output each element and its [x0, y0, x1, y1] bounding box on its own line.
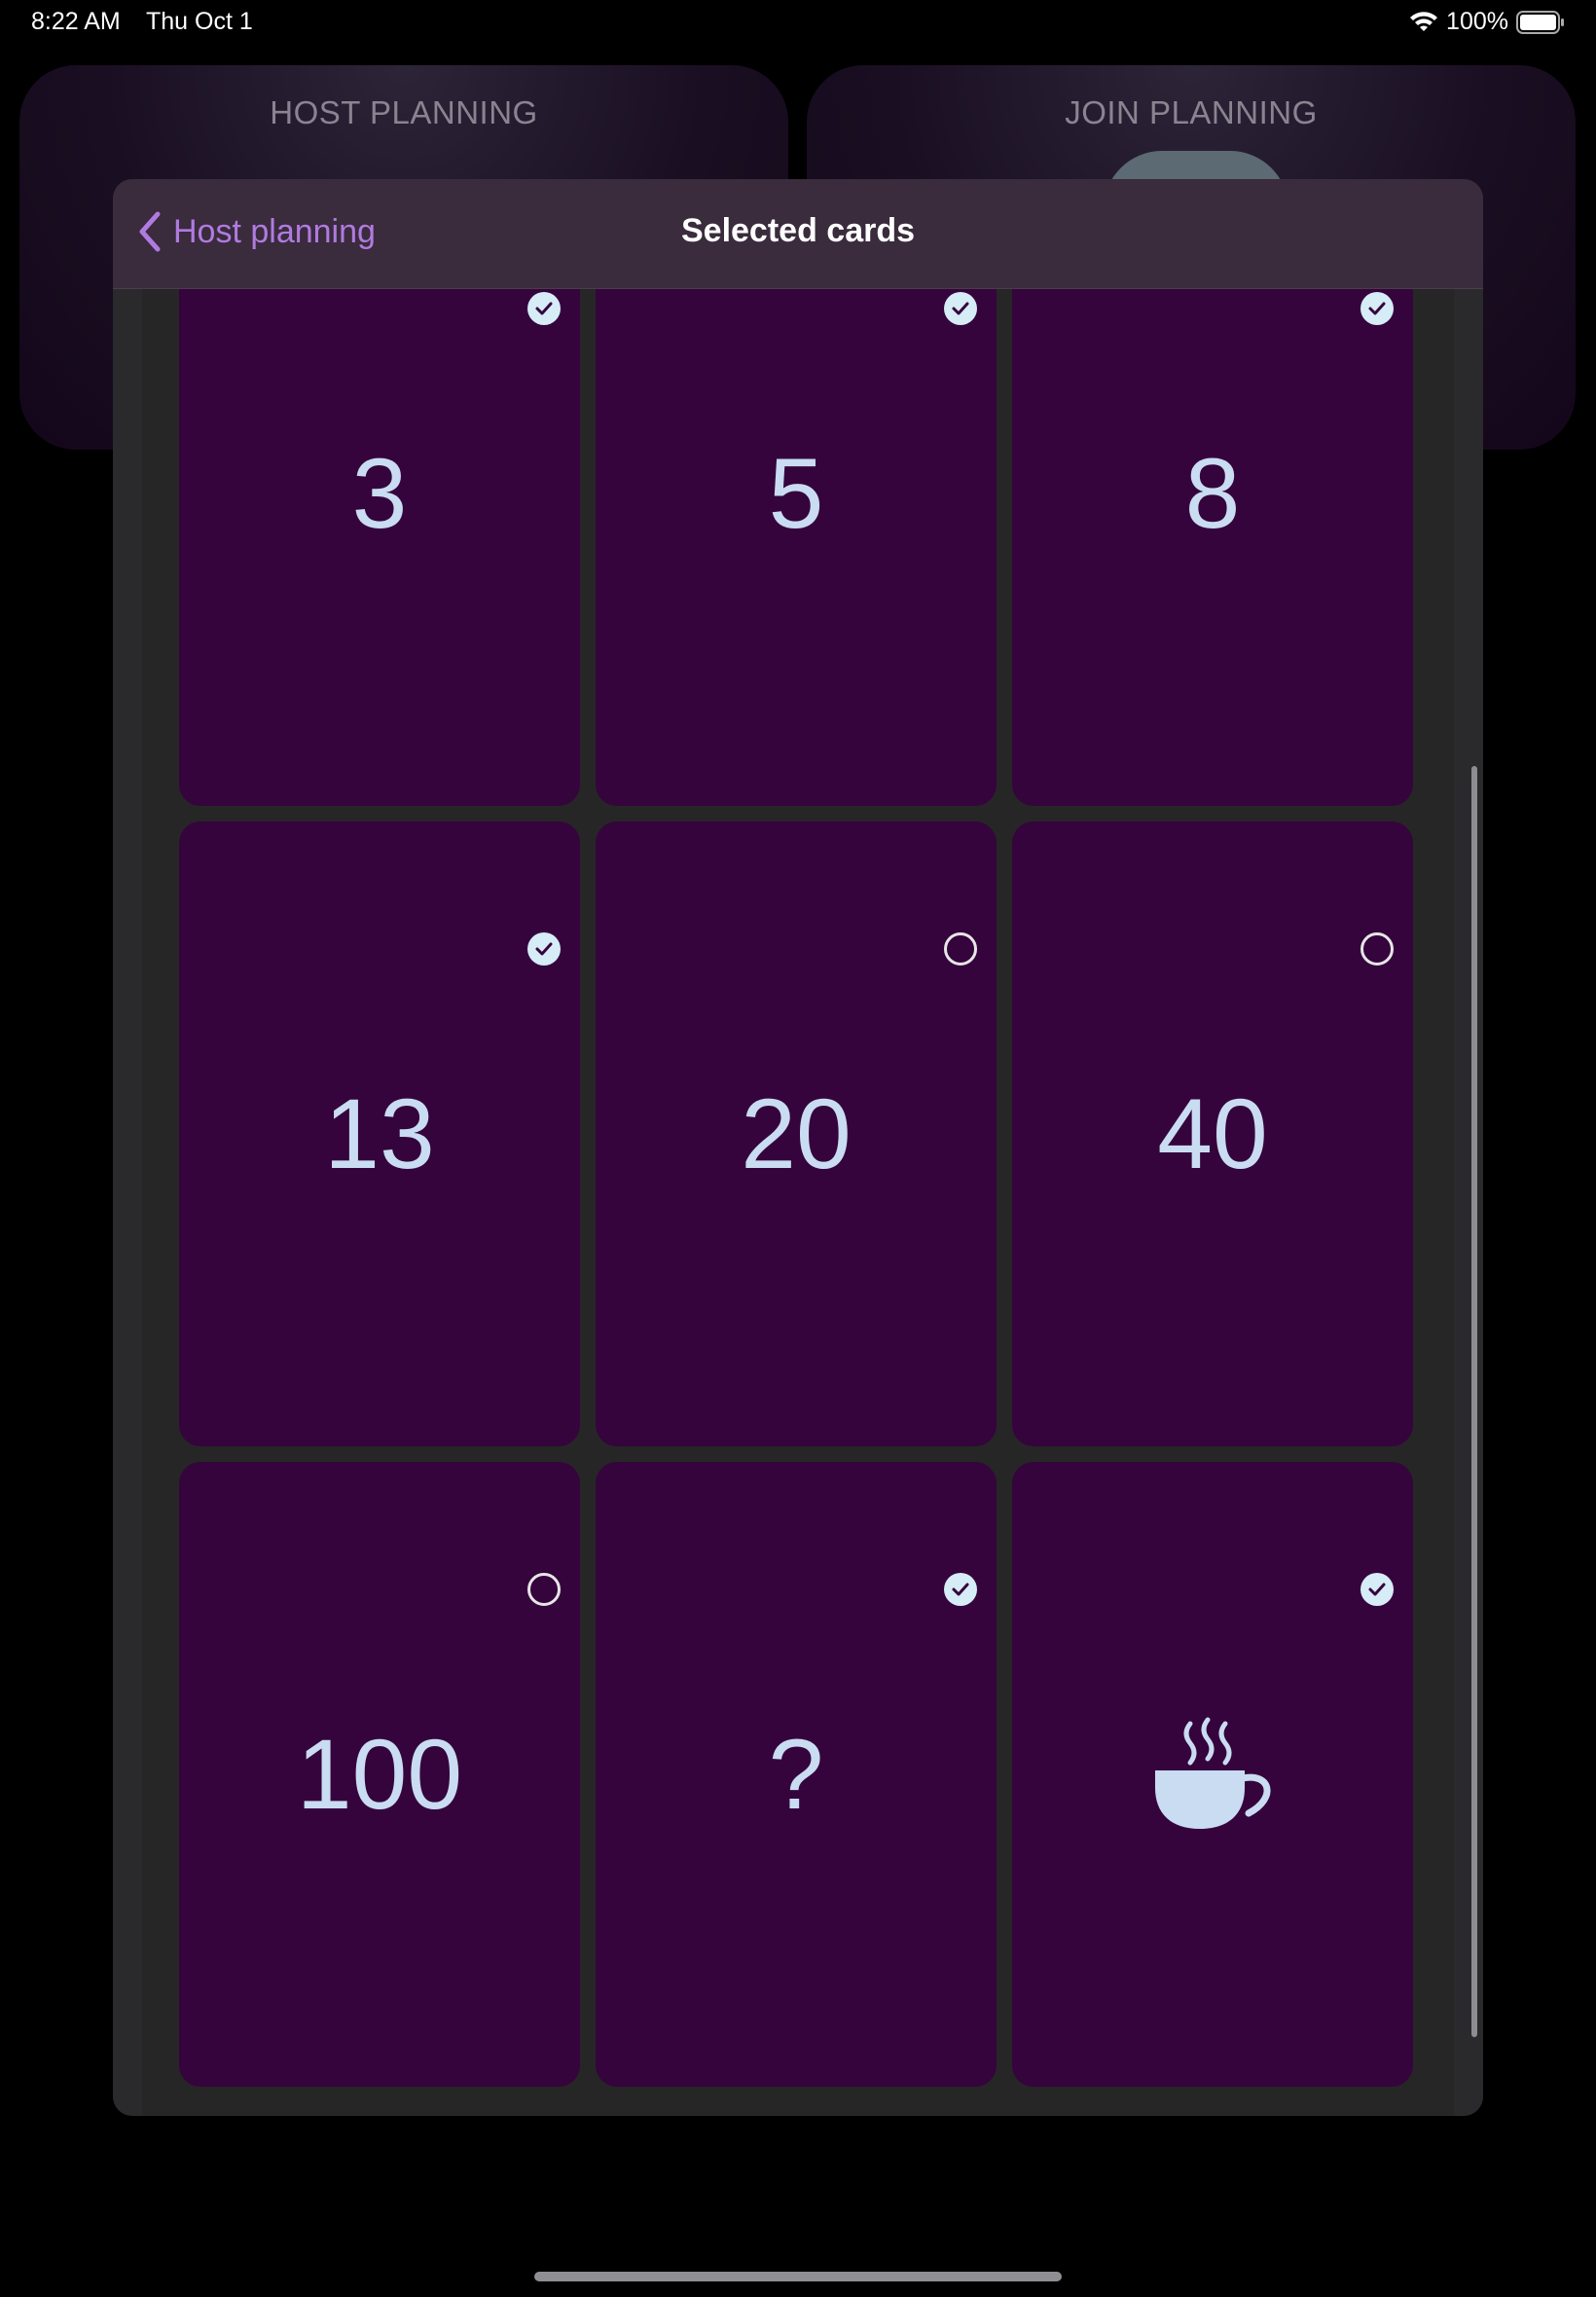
status-bar: 8:22 AM Thu Oct 1 100%	[0, 0, 1596, 47]
card-value: ?	[768, 1718, 824, 1830]
coffee-cup-icon	[1155, 1717, 1271, 1829]
status-indicators: 100%	[1409, 8, 1565, 36]
scrollbar[interactable]	[1471, 766, 1477, 2037]
card-value: 100	[296, 1718, 463, 1830]
card-value: 40	[1157, 1077, 1268, 1189]
sheet-title: Selected cards	[680, 212, 916, 249]
card-value: 5	[768, 437, 824, 549]
checkmark-circle-icon[interactable]	[944, 292, 977, 325]
card-value	[1012, 1462, 1413, 2087]
estimate-card[interactable]: 5	[596, 288, 997, 806]
join-planning-title: JOIN PLANNING	[1065, 94, 1318, 130]
card-value: 13	[324, 1077, 435, 1189]
card-grid: 3 5 8 13 20 40 100?	[179, 288, 1413, 2087]
checkmark-circle-icon[interactable]	[1360, 292, 1394, 325]
estimate-card[interactable]: 13	[179, 821, 580, 1446]
wifi-icon	[1409, 11, 1438, 33]
card-value: 3	[351, 437, 408, 549]
card-value: 8	[1184, 437, 1241, 549]
battery-icon	[1516, 10, 1565, 34]
empty-circle-icon[interactable]	[1360, 932, 1394, 966]
battery-percent: 100%	[1446, 8, 1508, 35]
checkmark-circle-icon[interactable]	[527, 292, 561, 325]
empty-circle-icon[interactable]	[944, 932, 977, 966]
estimate-card[interactable]	[1012, 1462, 1413, 2087]
checkmark-circle-icon[interactable]	[944, 1573, 977, 1606]
host-planning-title: HOST PLANNING	[270, 94, 538, 130]
estimate-card[interactable]: 8	[1012, 288, 1413, 806]
navigation-bar: Host planning Selected cards	[113, 179, 1483, 289]
estimate-card[interactable]: 100	[179, 1462, 580, 2087]
selected-cards-sheet: Host planning Selected cards 3 5 8 13 20 40 10…	[113, 179, 1483, 2116]
checkmark-circle-icon[interactable]	[1360, 1573, 1394, 1606]
status-time: 8:22 AM	[31, 8, 121, 35]
empty-circle-icon[interactable]	[527, 1573, 561, 1606]
estimate-card[interactable]: ?	[596, 1462, 997, 2087]
estimate-card[interactable]: 20	[596, 821, 997, 1446]
estimate-card[interactable]: 40	[1012, 821, 1413, 1446]
status-date: Thu Oct 1	[146, 8, 253, 35]
card-value: 20	[741, 1077, 852, 1189]
home-indicator[interactable]	[534, 2272, 1062, 2281]
checkmark-circle-icon[interactable]	[527, 932, 561, 966]
card-grid-scroll[interactable]: 3 5 8 13 20 40 100?	[142, 288, 1454, 2116]
estimate-card[interactable]: 3	[179, 288, 580, 806]
